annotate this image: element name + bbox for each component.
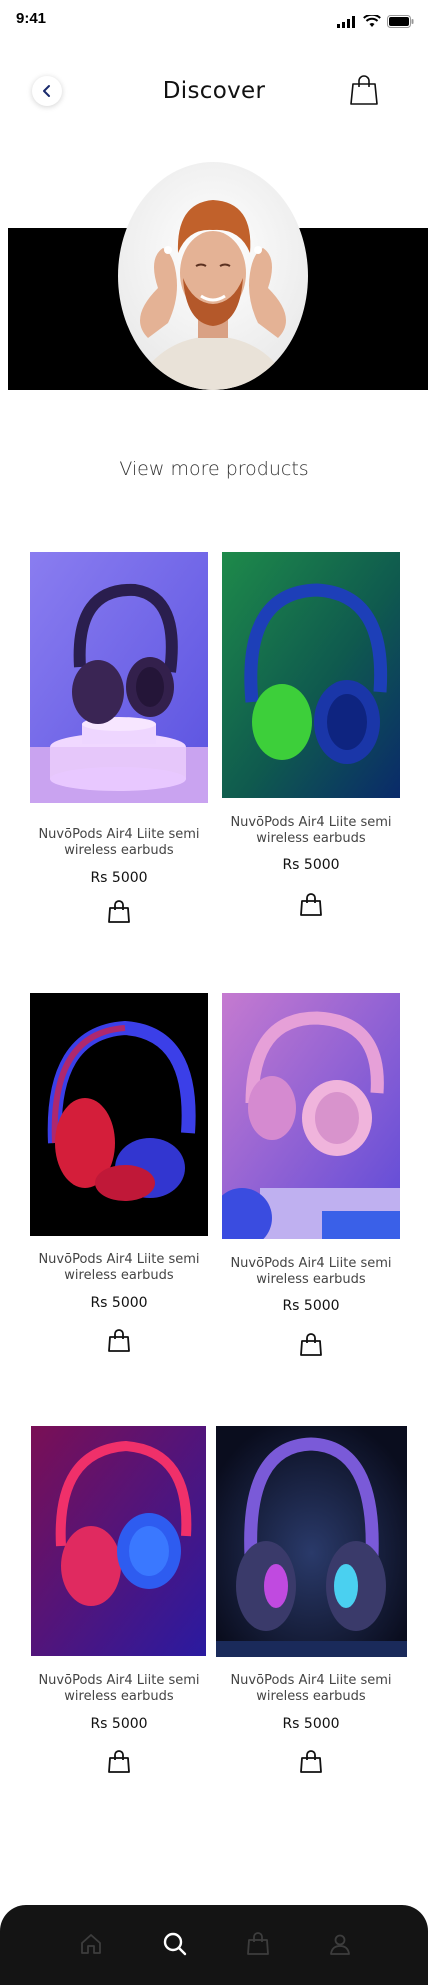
status-time: 9:41 — [16, 10, 47, 27]
product-image[interactable] — [30, 552, 208, 803]
bottom-nav — [0, 1905, 428, 1985]
product-image[interactable] — [216, 1426, 407, 1657]
hero-person-image — [118, 162, 308, 390]
shopping-bag-icon — [350, 75, 378, 105]
add-to-bag-icon[interactable] — [108, 1750, 130, 1774]
add-to-bag-icon[interactable] — [108, 900, 130, 924]
product-image[interactable] — [222, 993, 400, 1239]
view-more-products-heading[interactable]: View more products — [0, 458, 428, 480]
product-image[interactable] — [30, 993, 208, 1236]
add-to-bag-icon[interactable] — [300, 1333, 322, 1357]
status-icons — [337, 15, 414, 28]
product-name: NuvōPods Air4 Liite semi wireless earbud… — [38, 827, 200, 858]
nav-bag[interactable] — [243, 1929, 273, 1959]
product-image[interactable] — [31, 1426, 206, 1656]
signal-icon — [337, 15, 355, 28]
add-to-bag-icon[interactable] — [300, 893, 322, 917]
bag-icon — [247, 1932, 269, 1955]
product-price: Rs 5000 — [90, 870, 148, 886]
add-to-bag-icon[interactable] — [300, 1750, 322, 1774]
cart-button[interactable] — [350, 74, 378, 111]
home-icon — [81, 1934, 101, 1954]
status-bar: 9:41 — [0, 0, 428, 44]
nav-profile[interactable] — [325, 1929, 355, 1959]
product-name: NuvōPods Air4 Liite semi wireless earbud… — [230, 1256, 392, 1287]
hero-banner — [8, 162, 428, 390]
product-name: NuvōPods Air4 Liite semi wireless earbud… — [38, 1673, 200, 1704]
product-price: Rs 5000 — [90, 1295, 148, 1311]
product-price: Rs 5000 — [282, 857, 340, 873]
nav-search[interactable] — [160, 1929, 190, 1959]
wifi-icon — [363, 15, 381, 27]
product-price: Rs 5000 — [282, 1298, 340, 1314]
nav-home[interactable] — [76, 1929, 106, 1959]
product-image[interactable] — [222, 552, 400, 798]
product-price: Rs 5000 — [90, 1716, 148, 1732]
product-name: NuvōPods Air4 Liite semi wireless earbud… — [38, 1252, 200, 1283]
profile-icon — [330, 1934, 350, 1955]
header: Discover — [0, 70, 428, 120]
product-name: NuvōPods Air4 Liite semi wireless earbud… — [230, 815, 392, 846]
battery-icon — [387, 15, 414, 28]
add-to-bag-icon[interactable] — [108, 1329, 130, 1353]
search-icon — [163, 1932, 187, 1956]
product-price: Rs 5000 — [282, 1716, 340, 1732]
product-name: NuvōPods Air4 Liite semi wireless earbud… — [230, 1673, 392, 1704]
